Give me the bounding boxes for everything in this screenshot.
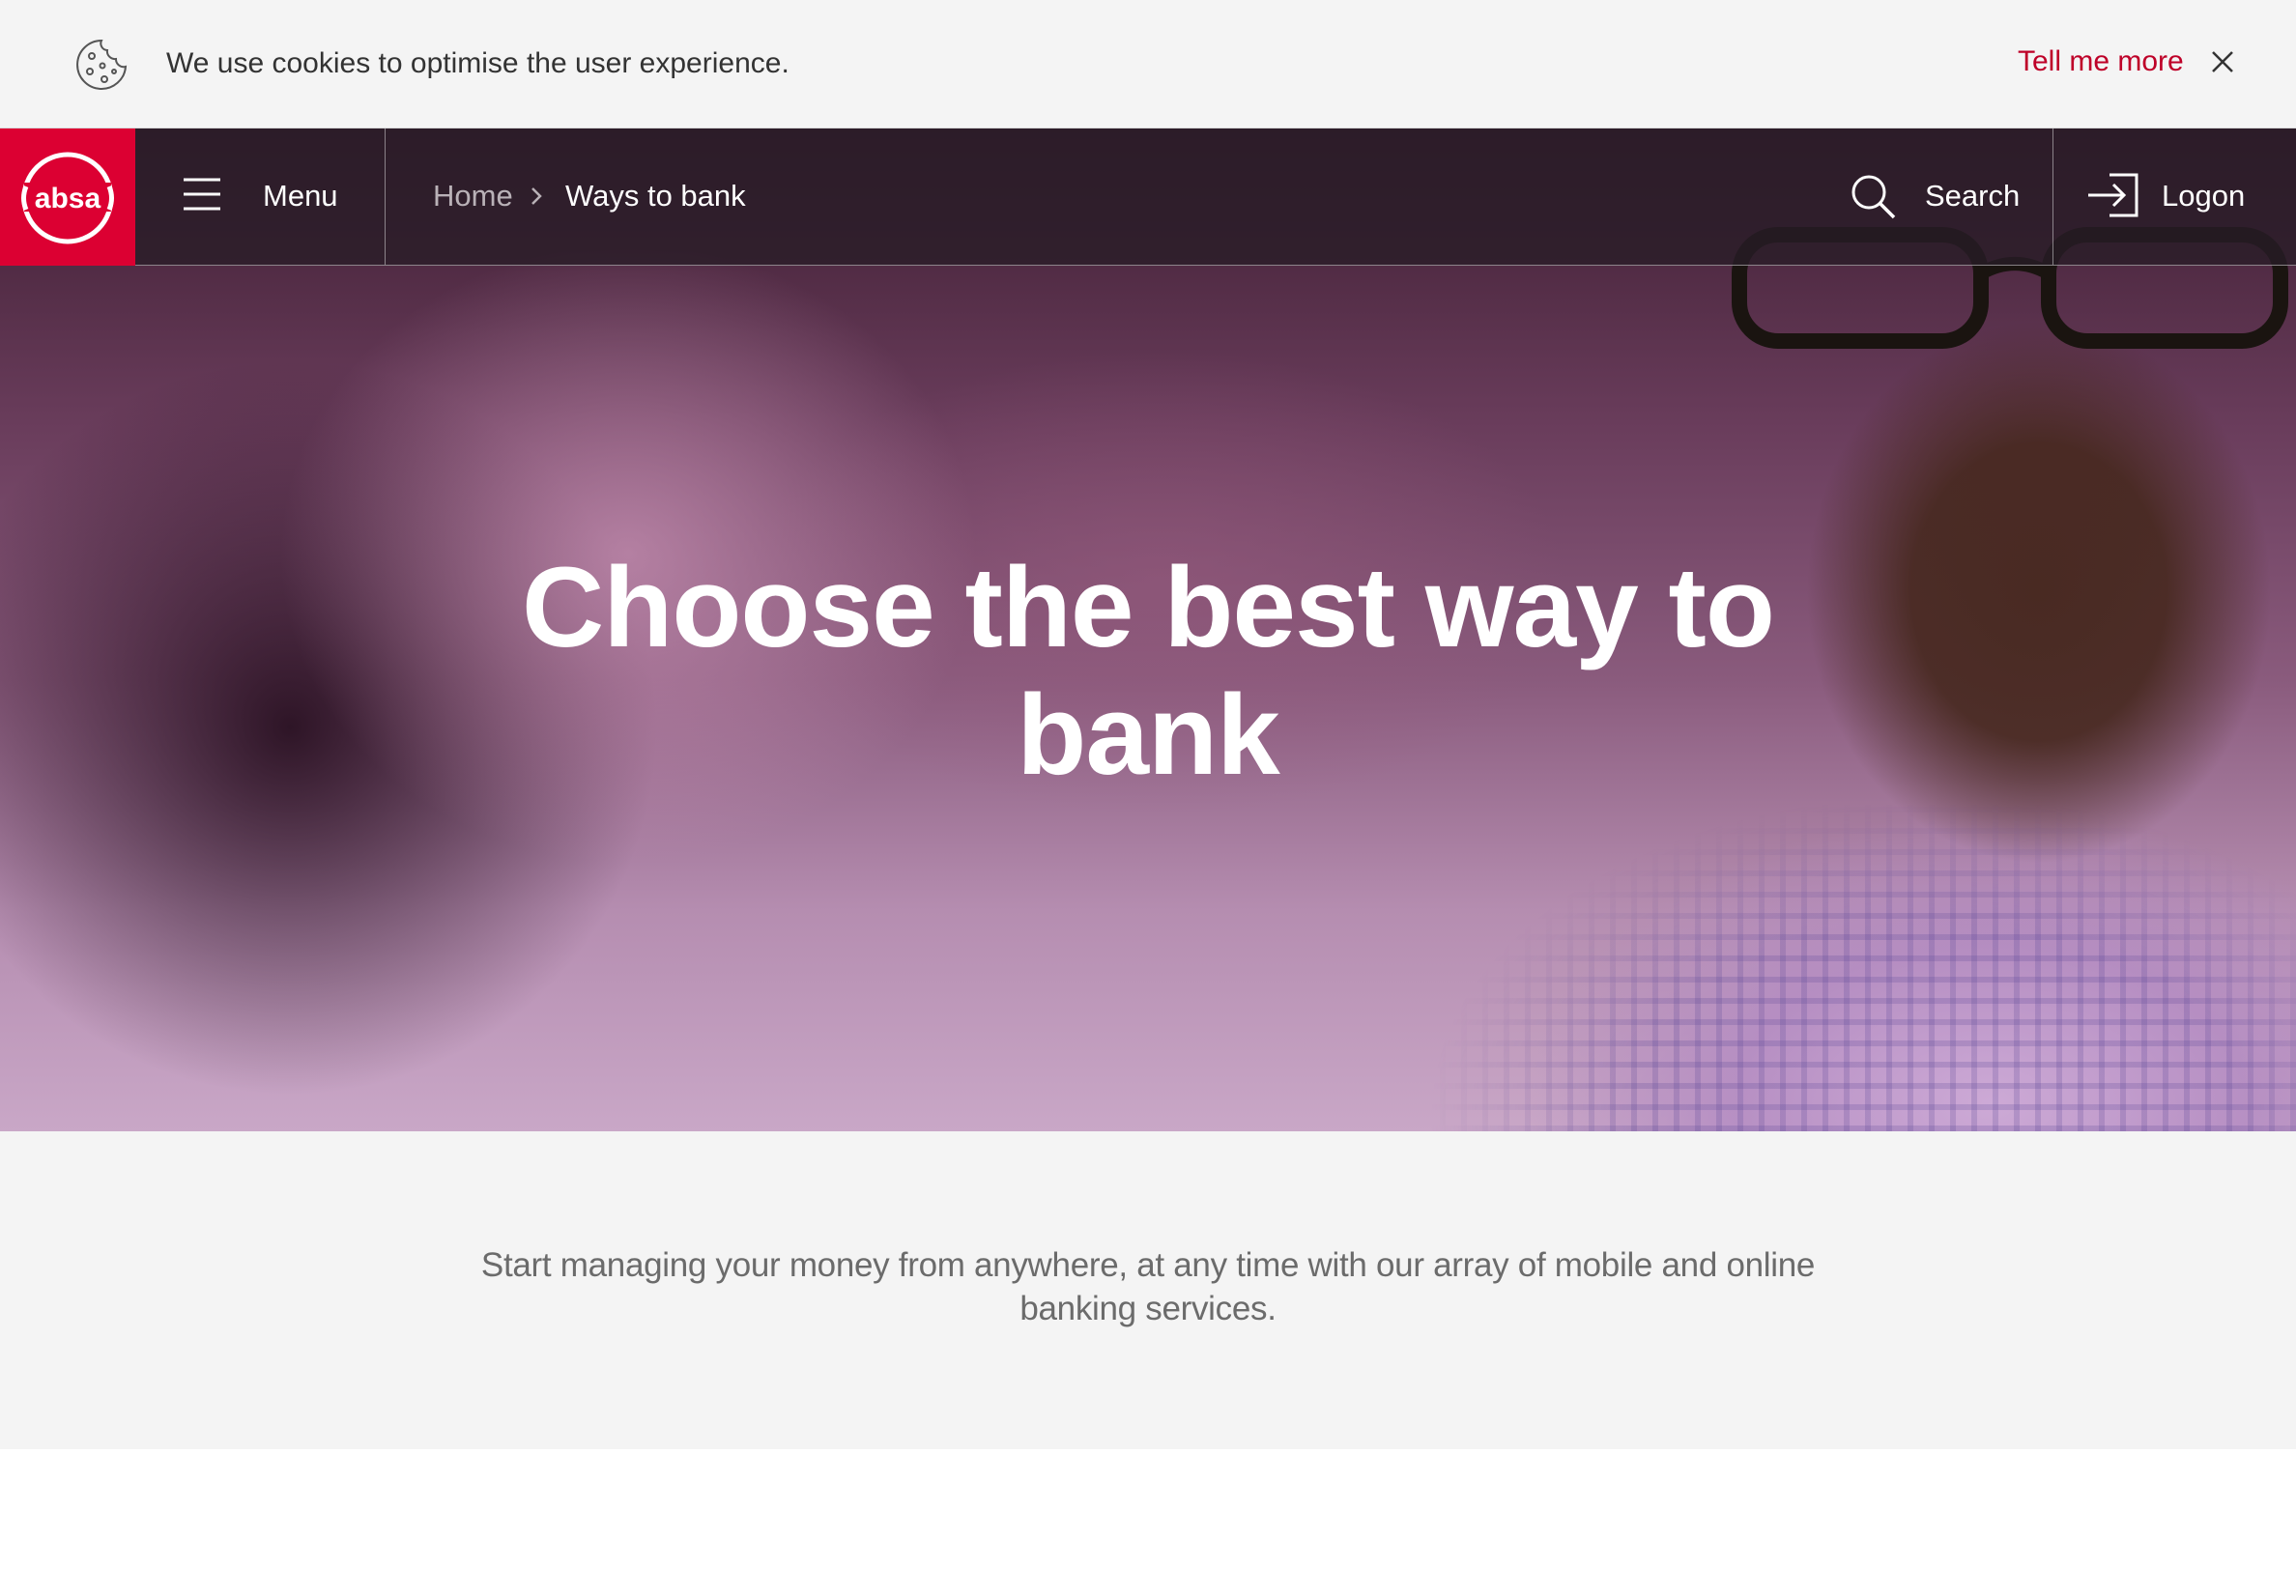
breadcrumb-current: Ways to bank bbox=[565, 179, 746, 213]
hero-shirt-pattern bbox=[1334, 805, 2296, 1131]
tell-me-more-link[interactable]: Tell me more bbox=[2018, 43, 2184, 81]
intro-section: Start managing your money from anywhere,… bbox=[0, 1131, 2296, 1449]
top-navigation: absa Menu Home Ways to bank Search Logon bbox=[0, 128, 2296, 266]
hamburger-icon bbox=[184, 178, 220, 211]
hero-banner: Choose the best way to bank bbox=[0, 128, 2296, 1131]
logon-icon bbox=[2088, 173, 2138, 217]
absa-logo-icon: absa bbox=[21, 152, 114, 244]
cookie-banner: We use cookies to optimise the user expe… bbox=[0, 0, 2296, 128]
breadcrumb-home[interactable]: Home bbox=[433, 177, 513, 215]
cookie-icon bbox=[76, 39, 128, 90]
search-button[interactable]: Search bbox=[1826, 128, 2052, 265]
intro-text: Start managing your money from anywhere,… bbox=[480, 1246, 1816, 1327]
logo-text: absa bbox=[35, 183, 101, 214]
menu-label: Menu bbox=[263, 179, 338, 213]
logon-label: Logon bbox=[2162, 179, 2246, 213]
hero-title: Choose the best way to bank bbox=[522, 544, 1775, 799]
search-icon bbox=[1851, 175, 1896, 219]
page-content-area bbox=[0, 1449, 2296, 1596]
chevron-right-icon bbox=[531, 187, 542, 205]
cookie-message: We use cookies to optimise the user expe… bbox=[166, 47, 789, 79]
search-label: Search bbox=[1925, 179, 2021, 213]
close-icon[interactable] bbox=[2207, 46, 2238, 77]
menu-button[interactable]: Menu bbox=[135, 128, 385, 265]
absa-logo[interactable]: absa bbox=[0, 128, 135, 266]
logon-button[interactable]: Logon bbox=[2053, 128, 2296, 265]
nav-divider bbox=[385, 128, 386, 265]
